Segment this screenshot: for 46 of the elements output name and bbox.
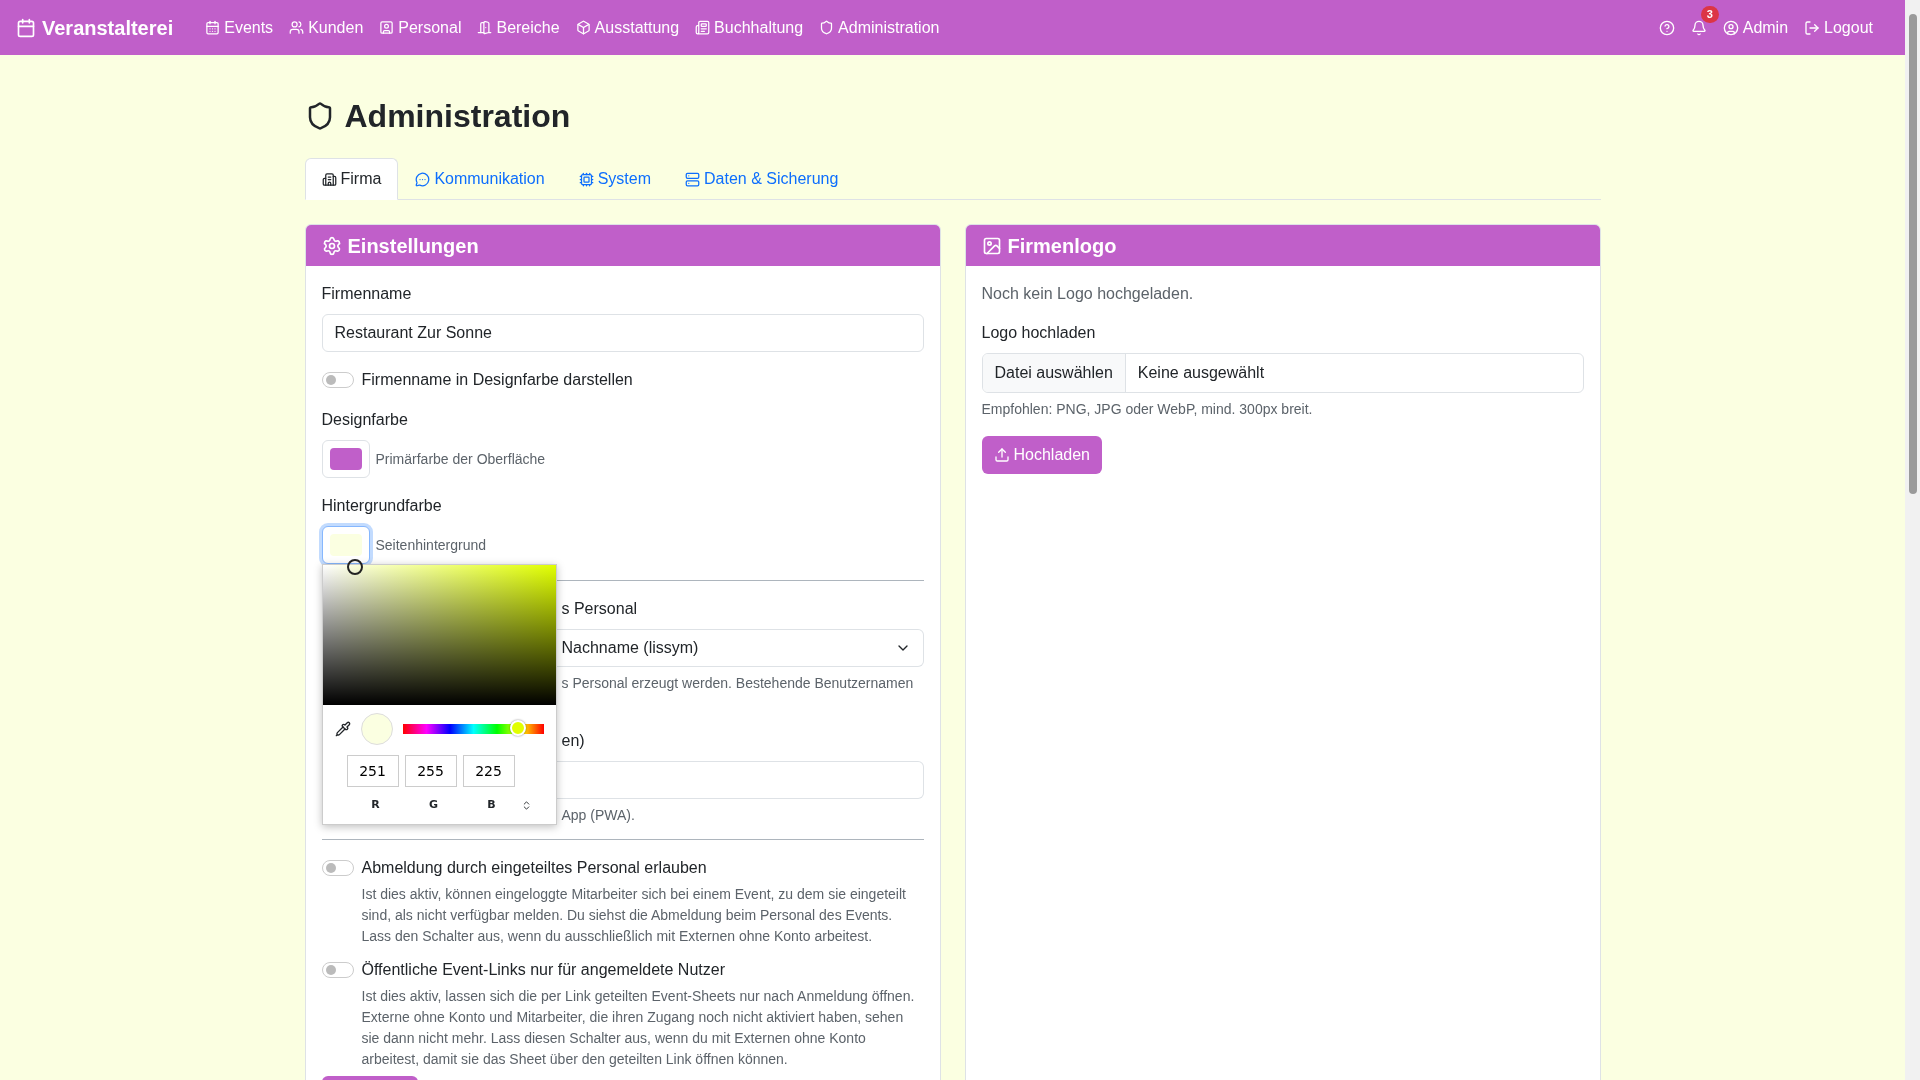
card-title: Firmenlogo [1007,233,1117,259]
notification-badge: 3 [1700,5,1719,23]
channel-label: B [486,797,497,813]
toggle-label: Öffentliche Event-Links nur für angemeldete Nutzer [361,960,725,980]
file-name: Keine ausgewählt [1136,363,1266,383]
channel-label: R [370,797,381,813]
field-label: s Personal [561,599,639,619]
upload-button[interactable]: Hochladen [981,436,1102,474]
channel-field[interactable]: 255 [404,755,457,787]
toggle-label: Abmeldung durch eingeteiltes Personal erlauben [361,858,707,878]
field-label: Designfarbe [321,410,409,430]
toggle-label: Firmenname in Designfarbe darstellen [361,370,633,390]
channel-field[interactable]: 251 [346,755,399,787]
toggle-description: Ist dies aktiv, lassen sich die per Link geteilten Event-Sheets nur nach Anmeldung öffnen. Externe ohne Konto und Mitarbeiter, die ihren Zugang noch nicht aktiviert haben, sehen sie dann nicht mehr. Lass diesen Schalter aus, wenn du mit Externen ohne Konto arbeitest, damit sie das Sheet über den geteilten Link öffnen können. [361,987,916,1069]
tab[interactable]: System [561,158,668,200]
nav-link[interactable]: Buchhaltung [695,15,804,40]
tab[interactable]: Firma [304,158,399,200]
field-label: Firmenname [321,284,413,304]
toggle-description: Ist dies aktiv, können eingeloggte Mitarbeiter sich bei einem Event, zu dem sie eingeteilt sind, als nicht verfügbar melden. Du siehst die Abmeldung beim Personal des Events. Lass den Schalter aus, wenn du ausschließlich mit Externen ohne Konto arbeitest. [361,885,907,946]
help-text: s Personal erzeugt werden. Bestehende Benutzernamen [561,674,915,693]
nav-link[interactable]: Administration [819,15,940,40]
logout-link[interactable]: Logout [1804,15,1873,40]
channel-field[interactable]: 225 [462,755,515,787]
nav-link[interactable]: Events [205,15,274,40]
field-label: Hintergrundfarbe [321,496,443,516]
choose-file-button[interactable]: Datei auswählen [982,354,1126,392]
logo-status: Noch kein Logo hochgeladen. [981,284,1195,304]
brand-link[interactable]: Veranstalterei [16,12,174,43]
tab[interactable]: Daten & Sicherung [668,158,856,200]
nav-link[interactable]: Bereiche [477,15,560,40]
color-hint: Primärfarbe der Oberfläche [375,449,546,469]
field-label: en) [561,731,586,751]
channel-label: G [428,797,439,813]
card-title: Einstellungen [347,233,479,259]
company-name-field[interactable]: Restaurant Zur Sonne [321,314,924,352]
page-title: Administration [304,100,1601,132]
field-label: Logo hochladen [981,323,1097,343]
user-menu-link[interactable]: Admin [1722,15,1789,40]
tab[interactable]: Kommunikation [398,158,562,200]
nav-link[interactable]: Personal [379,15,462,40]
file-field[interactable]: Datei auswählen Keine ausgewählt [981,353,1584,393]
nav-link[interactable]: Kunden [289,15,364,40]
help-text: App (PWA). [561,806,636,825]
nav-link[interactable]: Ausstattung [575,15,680,40]
help-text: Empfohlen: PNG, JPG oder WebP, mind. 300px breit. [981,400,1314,419]
color-hint: Seitenhintergrund [375,535,487,555]
